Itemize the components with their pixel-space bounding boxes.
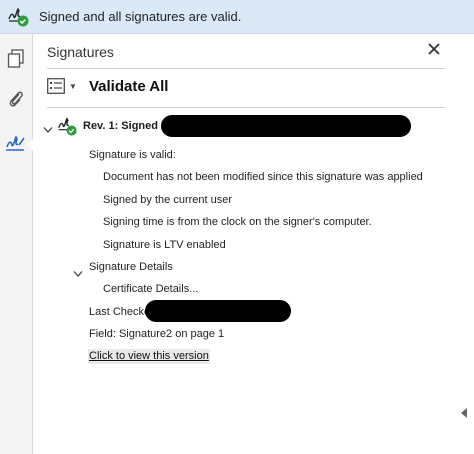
field-label: Field: Signature2 on page 1 xyxy=(89,328,225,340)
detail-item: Signing time is from the clock on the si… xyxy=(103,216,372,228)
signature-valid-icon xyxy=(6,4,30,28)
left-tool-rail xyxy=(0,34,33,454)
pages-icon xyxy=(7,48,25,74)
title-divider xyxy=(47,68,445,69)
detail-item: Signed by the current user xyxy=(103,194,233,206)
detail-item: Signature is LTV enabled xyxy=(103,239,226,251)
signature-details-toggle[interactable]: Signature Details xyxy=(89,261,173,273)
signatures-button[interactable] xyxy=(0,130,33,160)
last-checked-label: Last Checke xyxy=(89,306,151,318)
redaction-mark xyxy=(161,115,411,137)
certificate-details-link[interactable]: Certificate Details... xyxy=(103,283,198,295)
attachments-button[interactable] xyxy=(0,86,32,116)
pages-button[interactable] xyxy=(0,46,32,76)
close-icon xyxy=(425,43,443,62)
collapse-chevron-icon[interactable] xyxy=(43,121,53,133)
chevron-down-icon[interactable]: ▼ xyxy=(69,82,77,91)
signature-revision-row[interactable]: Rev. 1: Signed b xyxy=(41,115,451,137)
expand-chevron-icon[interactable] xyxy=(73,265,83,277)
options-menu-icon[interactable] xyxy=(47,78,65,94)
detail-item: Document has not been modified since thi… xyxy=(103,171,423,183)
close-panel-button[interactable] xyxy=(425,40,443,58)
revision-label: Rev. 1: Signed b xyxy=(83,120,168,132)
view-version-link[interactable]: Click to view this version xyxy=(88,349,210,364)
paperclip-icon xyxy=(7,89,25,114)
validate-all-button[interactable]: Validate All xyxy=(89,78,168,95)
signature-valid-icon xyxy=(56,115,78,137)
signature-status-message: Signed and all signatures are valid. xyxy=(39,9,242,24)
collapse-panel-arrow-icon[interactable] xyxy=(460,405,468,418)
validate-toolbar: ▼ Validate All xyxy=(47,76,445,100)
signature-valid-heading: Signature is valid: xyxy=(89,149,176,161)
signature-status-bar: Signed and all signatures are valid. xyxy=(0,0,474,34)
signatures-panel: Signatures ▼ Validate All Rev. 1: Signed… xyxy=(33,34,474,454)
signature-pen-icon xyxy=(5,133,27,158)
redaction-mark xyxy=(145,300,291,322)
panel-title: Signatures xyxy=(47,44,114,60)
toolbar-divider xyxy=(47,107,445,108)
